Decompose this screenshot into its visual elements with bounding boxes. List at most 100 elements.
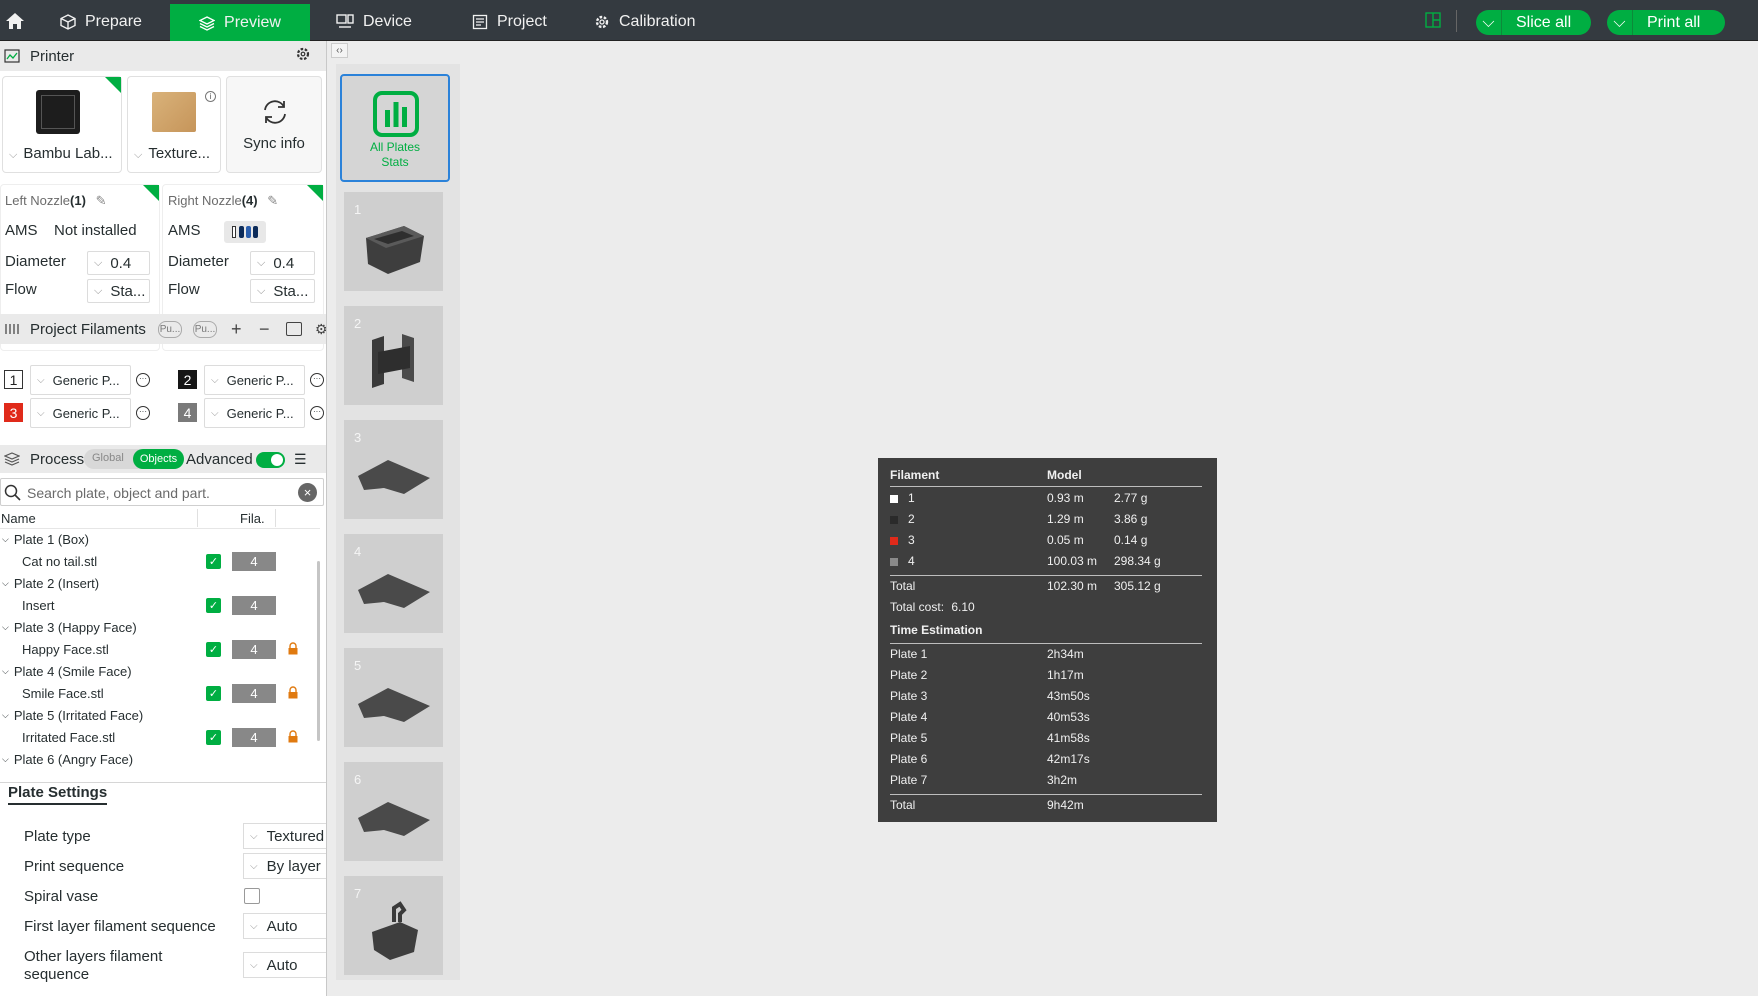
tree-object-row[interactable]: Happy Face.stl ✓ 4 bbox=[0, 638, 320, 660]
lock-icon[interactable] bbox=[287, 642, 299, 655]
tree-plate-row[interactable]: ⌵ Plate 1 (Box) bbox=[0, 528, 320, 550]
home-button[interactable] bbox=[0, 0, 30, 41]
edit-icon[interactable]: ✎ bbox=[96, 193, 107, 208]
filament-length: 1.29 m bbox=[1047, 512, 1084, 526]
spiral-vase-checkbox[interactable] bbox=[244, 888, 260, 904]
object-visible-checkbox[interactable]: ✓ bbox=[206, 597, 221, 613]
tree-object-row[interactable]: Irritated Face.stl ✓ 4 bbox=[0, 726, 320, 748]
filament-pill-1[interactable]: Pu... bbox=[158, 320, 182, 338]
layout-toggle-button[interactable] bbox=[1425, 12, 1441, 33]
other-layers-sequence-dropdown[interactable]: ⌵ Auto bbox=[243, 952, 326, 978]
collapse-sidebar-icon[interactable]: ‹› bbox=[331, 43, 348, 58]
tree-scrollbar[interactable] bbox=[317, 561, 320, 741]
lock-icon[interactable] bbox=[287, 730, 299, 743]
plate-thumbnail-7[interactable]: 7 bbox=[344, 876, 443, 975]
left-flow-value: Sta... bbox=[110, 282, 146, 300]
clear-search-icon[interactable]: × bbox=[298, 483, 317, 502]
filament-settings-icon[interactable]: ⚙ bbox=[315, 321, 326, 338]
advanced-switch[interactable] bbox=[256, 452, 285, 468]
search-input[interactable]: Search plate, object and part. bbox=[27, 485, 210, 501]
chevron-down-icon[interactable]: ⌵ bbox=[2, 534, 9, 545]
filament-4-swatch[interactable]: 4 bbox=[178, 403, 197, 422]
more-options-icon[interactable]: ··· bbox=[136, 373, 150, 387]
right-flow-dropdown[interactable]: ⌵ Sta... bbox=[250, 279, 315, 303]
tree-object-row[interactable]: Smile Face.stl ✓ 4 bbox=[0, 682, 320, 704]
object-filament-box[interactable]: 4 bbox=[232, 639, 276, 659]
column-name-header[interactable]: Name bbox=[1, 511, 36, 526]
object-visible-checkbox[interactable]: ✓ bbox=[206, 641, 221, 657]
print-all-button[interactable]: ⌵ Print all bbox=[1607, 10, 1725, 35]
tab-project[interactable]: Project bbox=[472, 4, 547, 40]
filament-3-swatch[interactable]: 3 bbox=[4, 403, 23, 422]
more-options-icon[interactable]: ··· bbox=[310, 406, 324, 420]
search-field[interactable]: Search plate, object and part. × bbox=[0, 478, 324, 506]
object-visible-checkbox[interactable]: ✓ bbox=[206, 685, 221, 701]
chevron-down-icon[interactable]: ⌵ bbox=[2, 578, 9, 589]
sync-info-button[interactable]: Sync info bbox=[226, 76, 322, 173]
tab-device[interactable]: Device bbox=[336, 4, 412, 40]
tree-plate-row[interactable]: ⌵ Plate 3 (Happy Face) bbox=[0, 616, 320, 638]
filament-3-dropdown[interactable]: ⌵ Generic P... bbox=[30, 398, 131, 428]
all-plates-stats-button[interactable]: All Plates Stats bbox=[340, 74, 450, 182]
plate-type-card[interactable]: i ⌵ Texture... bbox=[127, 76, 221, 173]
more-options-icon[interactable]: ··· bbox=[310, 373, 324, 387]
first-layer-sequence-dropdown[interactable]: ⌵ Auto bbox=[243, 913, 326, 939]
remove-filament-icon[interactable]: − bbox=[259, 319, 270, 340]
plate-thumbnail-6[interactable]: 6 bbox=[344, 762, 443, 861]
list-icon[interactable]: ☰ bbox=[294, 451, 307, 468]
filament-sync-icon[interactable] bbox=[286, 322, 302, 336]
printer-settings-icon[interactable] bbox=[295, 46, 311, 66]
tree-object-row[interactable]: Insert ✓ 4 bbox=[0, 594, 320, 616]
tree-plate-row[interactable]: ⌵ Plate 2 (Insert) bbox=[0, 572, 320, 594]
toggle-objects[interactable]: Objects bbox=[133, 449, 184, 469]
info-icon[interactable]: i bbox=[205, 91, 216, 102]
column-fila-header[interactable]: Fila. bbox=[240, 511, 265, 526]
chevron-down-icon[interactable]: ⌵ bbox=[2, 622, 9, 633]
plate-thumbnail-3[interactable]: 3 bbox=[344, 420, 443, 519]
filament-2-swatch[interactable]: 2 bbox=[178, 370, 197, 389]
tab-prepare[interactable]: Prepare bbox=[60, 4, 142, 40]
left-sidebar: Printer ⌵ Bambu Lab... i ⌵ Texture... Sync… bbox=[0, 41, 327, 996]
chevron-down-icon[interactable]: ⌵ bbox=[2, 754, 9, 765]
chevron-down-icon[interactable]: ⌵ bbox=[1476, 10, 1502, 35]
object-visible-checkbox[interactable]: ✓ bbox=[206, 729, 221, 745]
more-options-icon[interactable]: ··· bbox=[136, 406, 150, 420]
plate-thumbnail-5[interactable]: 5 bbox=[344, 648, 443, 747]
tab-calibration[interactable]: Calibration bbox=[594, 4, 695, 40]
printer-model-card[interactable]: ⌵ Bambu Lab... bbox=[2, 76, 122, 173]
ams-slots-icon[interactable] bbox=[224, 221, 266, 243]
object-filament-box[interactable]: 4 bbox=[232, 727, 276, 747]
chevron-down-icon[interactable]: ⌵ bbox=[1607, 10, 1633, 35]
chevron-down-icon[interactable]: ⌵ bbox=[2, 710, 9, 721]
edit-icon[interactable]: ✎ bbox=[267, 193, 278, 208]
plate-type-dropdown[interactable]: ⌵ Textured bbox=[243, 823, 326, 849]
filament-1-swatch[interactable]: 1 bbox=[4, 370, 23, 389]
object-filament-box[interactable]: 4 bbox=[232, 595, 276, 615]
lock-icon[interactable] bbox=[287, 686, 299, 699]
left-diameter-dropdown[interactable]: ⌵ 0.4 bbox=[87, 251, 150, 275]
chevron-down-icon[interactable]: ⌵ bbox=[2, 666, 9, 677]
tree-plate-row[interactable]: ⌵ Plate 6 (Angry Face) bbox=[0, 748, 320, 770]
plate-thumbnail-2[interactable]: 2 bbox=[344, 306, 443, 405]
tree-plate-row[interactable]: ⌵ Plate 4 (Smile Face) bbox=[0, 660, 320, 682]
filament-pill-2[interactable]: Pu... bbox=[193, 320, 217, 338]
left-flow-dropdown[interactable]: ⌵ Sta... bbox=[87, 279, 150, 303]
tab-preview[interactable]: Preview bbox=[170, 4, 310, 41]
filament-4-dropdown[interactable]: ⌵ Generic P... bbox=[204, 398, 305, 428]
right-diameter-dropdown[interactable]: ⌵ 0.4 bbox=[250, 251, 315, 275]
plate-thumbnail-1[interactable]: 1 bbox=[344, 192, 443, 291]
print-sequence-dropdown[interactable]: ⌵ By layer bbox=[243, 853, 326, 879]
tree-object-row[interactable]: Cat no tail.stl ✓ 4 bbox=[0, 550, 320, 572]
plate-settings-tab[interactable]: Plate Settings bbox=[8, 784, 108, 805]
object-filament-box[interactable]: 4 bbox=[232, 551, 276, 571]
object-filament-box[interactable]: 4 bbox=[232, 683, 276, 703]
slice-all-button[interactable]: ⌵ Slice all bbox=[1476, 10, 1591, 35]
add-filament-icon[interactable]: + bbox=[231, 319, 242, 340]
tree-plate-row[interactable]: ⌵ Plate 5 (Irritated Face) bbox=[0, 704, 320, 726]
filament-2-dropdown[interactable]: ⌵ Generic P... bbox=[204, 365, 305, 395]
plate-thumbnail-4[interactable]: 4 bbox=[344, 534, 443, 633]
object-visible-checkbox[interactable]: ✓ bbox=[206, 553, 221, 569]
toggle-global[interactable]: Global bbox=[92, 452, 124, 464]
filament-1-dropdown[interactable]: ⌵ Generic P... bbox=[30, 365, 131, 395]
global-objects-toggle[interactable]: Global Objects bbox=[84, 449, 184, 469]
